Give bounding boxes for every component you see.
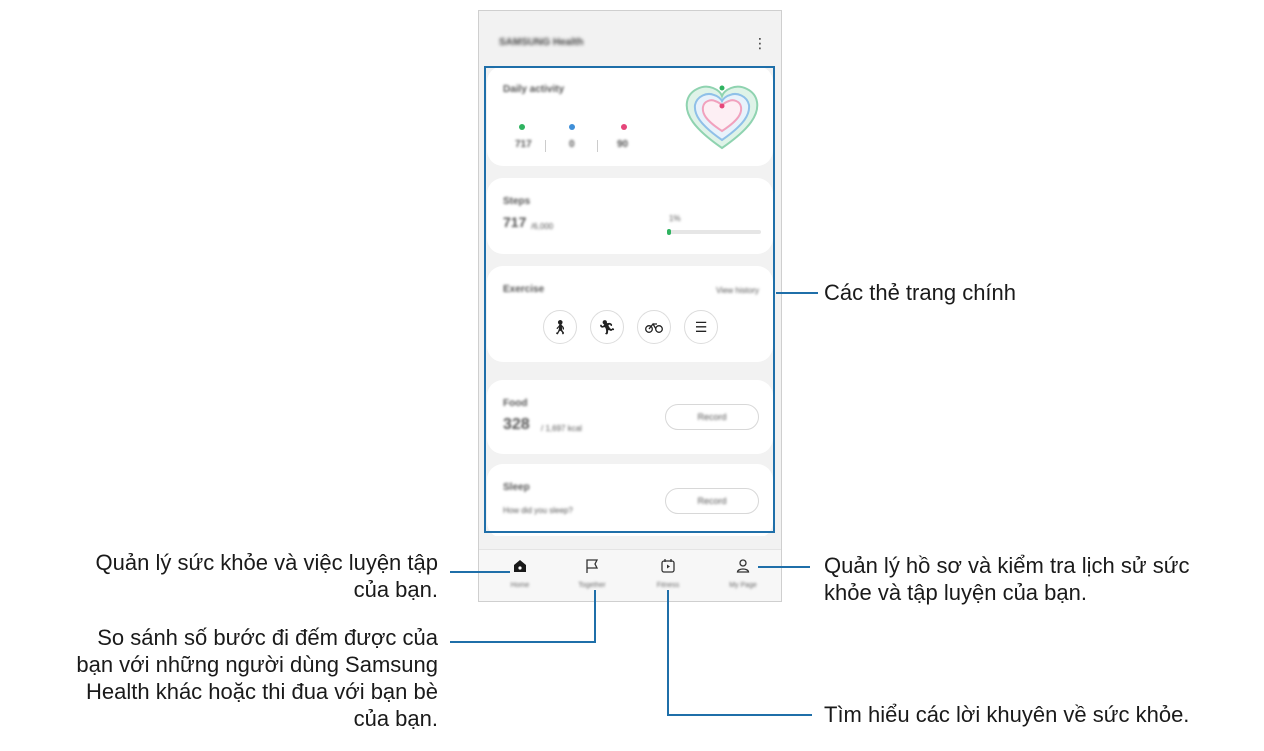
home-cards-highlight: [484, 66, 775, 533]
flag-icon: [562, 558, 622, 580]
callout-line-my-page: [758, 566, 810, 568]
callout-line-together-h: [450, 641, 596, 643]
callout-together-tab-line: của bạn.: [353, 706, 438, 731]
callout-together-tab-line: bạn với những người dùng Samsung: [76, 652, 438, 677]
app-title: SAMSUNG Health: [499, 37, 584, 48]
callout-line-home: [450, 571, 510, 573]
callout-my-page-tab-line: Quản lý hồ sơ và kiểm tra lịch sử sức: [824, 553, 1190, 578]
callout-line-fitness-h: [667, 714, 812, 716]
callout-line-cards: [776, 292, 818, 294]
callout-home-tab-line: Quản lý sức khỏe và việc luyện tập: [95, 550, 438, 575]
callout-line-together-v: [594, 590, 596, 643]
callout-home-tab-line: của bạn.: [353, 577, 438, 602]
more-vert-icon[interactable]: ⋮: [753, 35, 767, 51]
callout-home-cards: Các thẻ trang chính: [824, 280, 1017, 305]
tab-home-label: Home: [510, 582, 530, 589]
callout-together-tab: So sánh số bước đi đếm được của bạn với …: [76, 624, 438, 732]
callout-home-tab: Quản lý sức khỏe và việc luyện tập của b…: [96, 549, 438, 603]
tab-my-page[interactable]: My Page: [713, 558, 773, 598]
callout-my-page-tab-line: khỏe và tập luyện của bạn.: [824, 580, 1087, 605]
tab-together[interactable]: Together: [562, 558, 622, 598]
callout-together-tab-line: Health khác hoặc thi đua với bạn bè: [86, 679, 438, 704]
callout-line-fitness-v: [667, 590, 669, 716]
app-header: SAMSUNG Health ⋮: [479, 11, 781, 71]
fitness-video-icon: [638, 558, 698, 580]
tab-home[interactable]: Home: [490, 558, 550, 598]
callout-fitness-tab: Tìm hiểu các lời khuyên về sức khỏe.: [824, 702, 1190, 727]
tab-my-page-label: My Page: [729, 582, 757, 589]
bottom-nav: Home Together Fitness My Page: [479, 549, 781, 601]
person-icon: [713, 558, 773, 580]
callout-together-tab-line: So sánh số bước đi đếm được của: [97, 625, 438, 650]
tab-fitness-label: Fitness: [656, 582, 680, 589]
home-icon: [490, 558, 550, 580]
tab-together-label: Together: [578, 582, 606, 589]
callout-my-page-tab: Quản lý hồ sơ và kiểm tra lịch sử sức kh…: [824, 552, 1189, 606]
